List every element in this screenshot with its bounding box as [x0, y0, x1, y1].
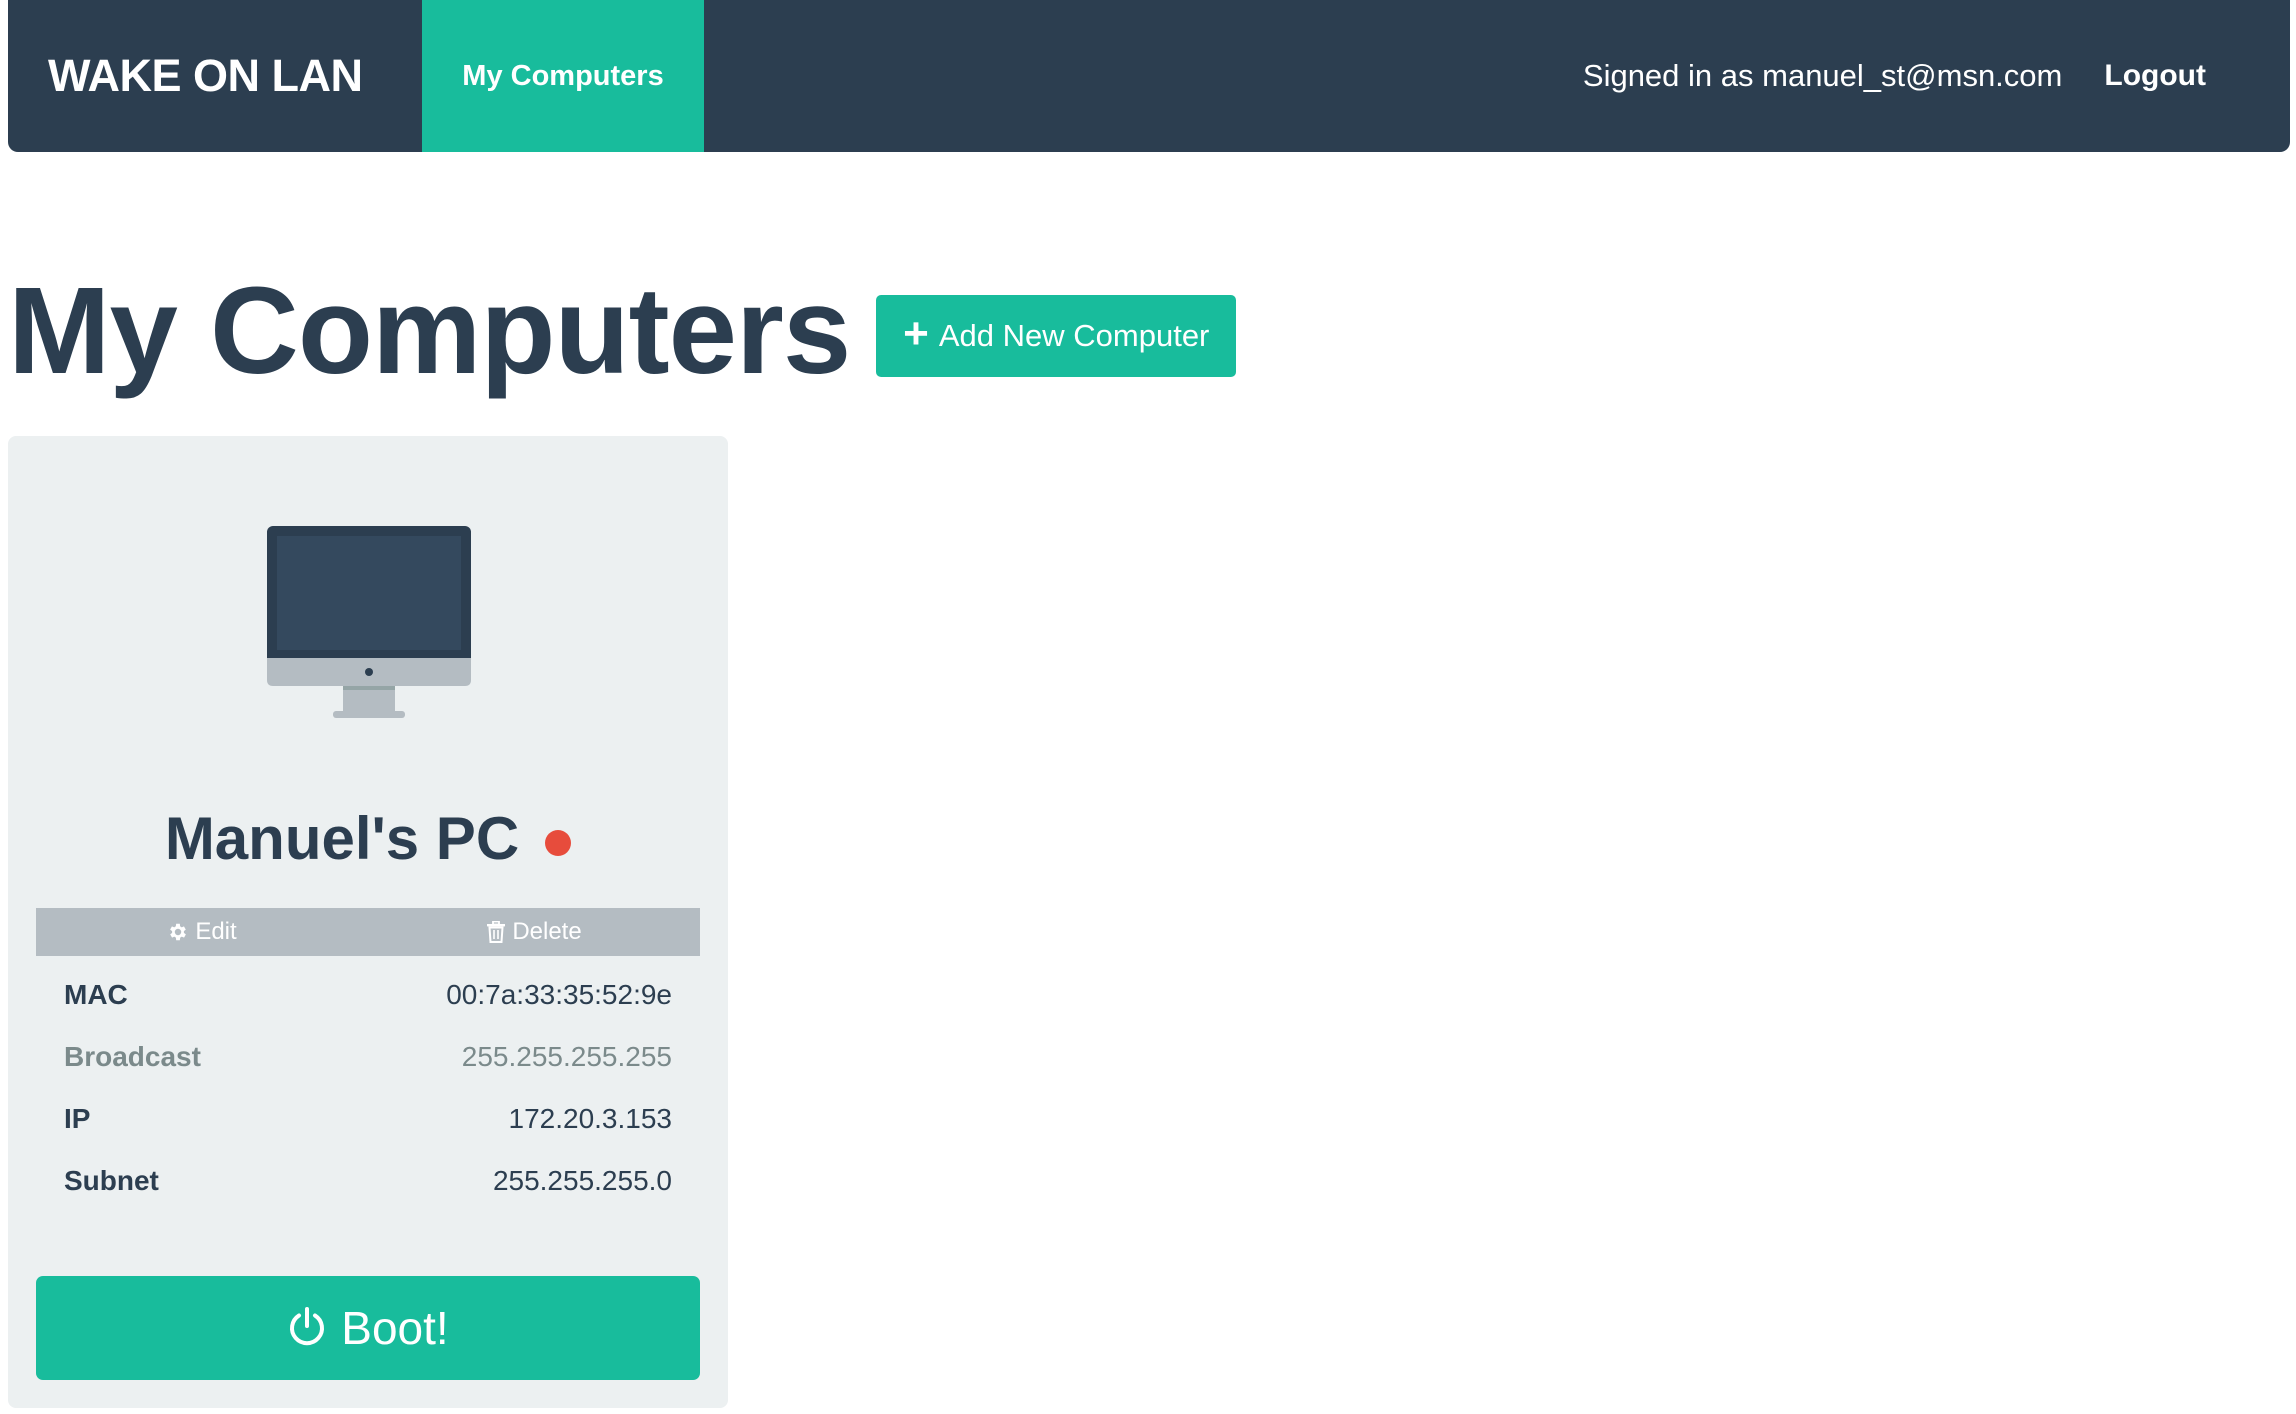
logout-link[interactable]: Logout — [2104, 59, 2206, 93]
detail-row-broadcast: Broadcast 255.255.255.255 — [36, 1026, 700, 1088]
trash-icon — [487, 921, 506, 943]
detail-value: 255.255.255.255 — [461, 1041, 672, 1072]
computer-card: Manuel's PC Edit Delete MAC 00:7a:33:35:… — [8, 436, 728, 1408]
delete-button[interactable]: Delete — [368, 908, 700, 956]
status-indicator — [545, 829, 572, 856]
computer-details-table: MAC 00:7a:33:35:52:9e Broadcast 255.255.… — [36, 964, 700, 1212]
plus-icon: + — [903, 308, 929, 358]
nav-tab-my-computers[interactable]: My Computers — [422, 0, 704, 152]
power-icon — [290, 1307, 325, 1346]
boot-button[interactable]: Boot! — [36, 1276, 700, 1380]
computer-name: Manuel's PC — [164, 805, 520, 872]
boot-label: Boot! — [341, 1302, 449, 1354]
brand-logo[interactable]: WAKE ON LAN — [8, 0, 422, 152]
navbar: WAKE ON LAN My Computers Signed in as ma… — [8, 0, 2290, 152]
detail-value: 00:7a:33:35:52:9e — [446, 979, 672, 1010]
desktop-computer-icon — [267, 526, 471, 718]
delete-label: Delete — [512, 918, 582, 945]
signed-in-text: Signed in as manuel_st@msn.com — [1582, 58, 2063, 93]
gear-icon — [170, 923, 187, 941]
detail-label: IP — [64, 1103, 91, 1134]
detail-label: MAC — [64, 979, 128, 1010]
detail-label: Broadcast — [64, 1041, 201, 1072]
detail-row-mac: MAC 00:7a:33:35:52:9e — [36, 964, 700, 1026]
detail-value: 172.20.3.153 — [508, 1103, 673, 1134]
nav-user-area: Signed in as manuel_st@msn.com Logout — [1583, 0, 2290, 152]
add-new-computer-button[interactable]: + Add New Computer — [876, 294, 1237, 377]
page-title: My Computers — [8, 263, 851, 400]
detail-row-subnet: Subnet 255.255.255.0 — [36, 1150, 700, 1212]
edit-label: Edit — [195, 918, 237, 945]
computer-name-row: Manuel's PC — [8, 804, 728, 873]
add-new-computer-label: Add New Computer — [938, 317, 1210, 353]
page-header: My Computers + Add New Computer — [8, 263, 1237, 400]
detail-value: 255.255.255.0 — [492, 1165, 672, 1196]
edit-button[interactable]: Edit — [36, 908, 368, 956]
detail-label: Subnet — [64, 1165, 159, 1196]
computer-actions-bar: Edit Delete — [36, 908, 700, 956]
detail-row-ip: IP 172.20.3.153 — [36, 1088, 700, 1150]
